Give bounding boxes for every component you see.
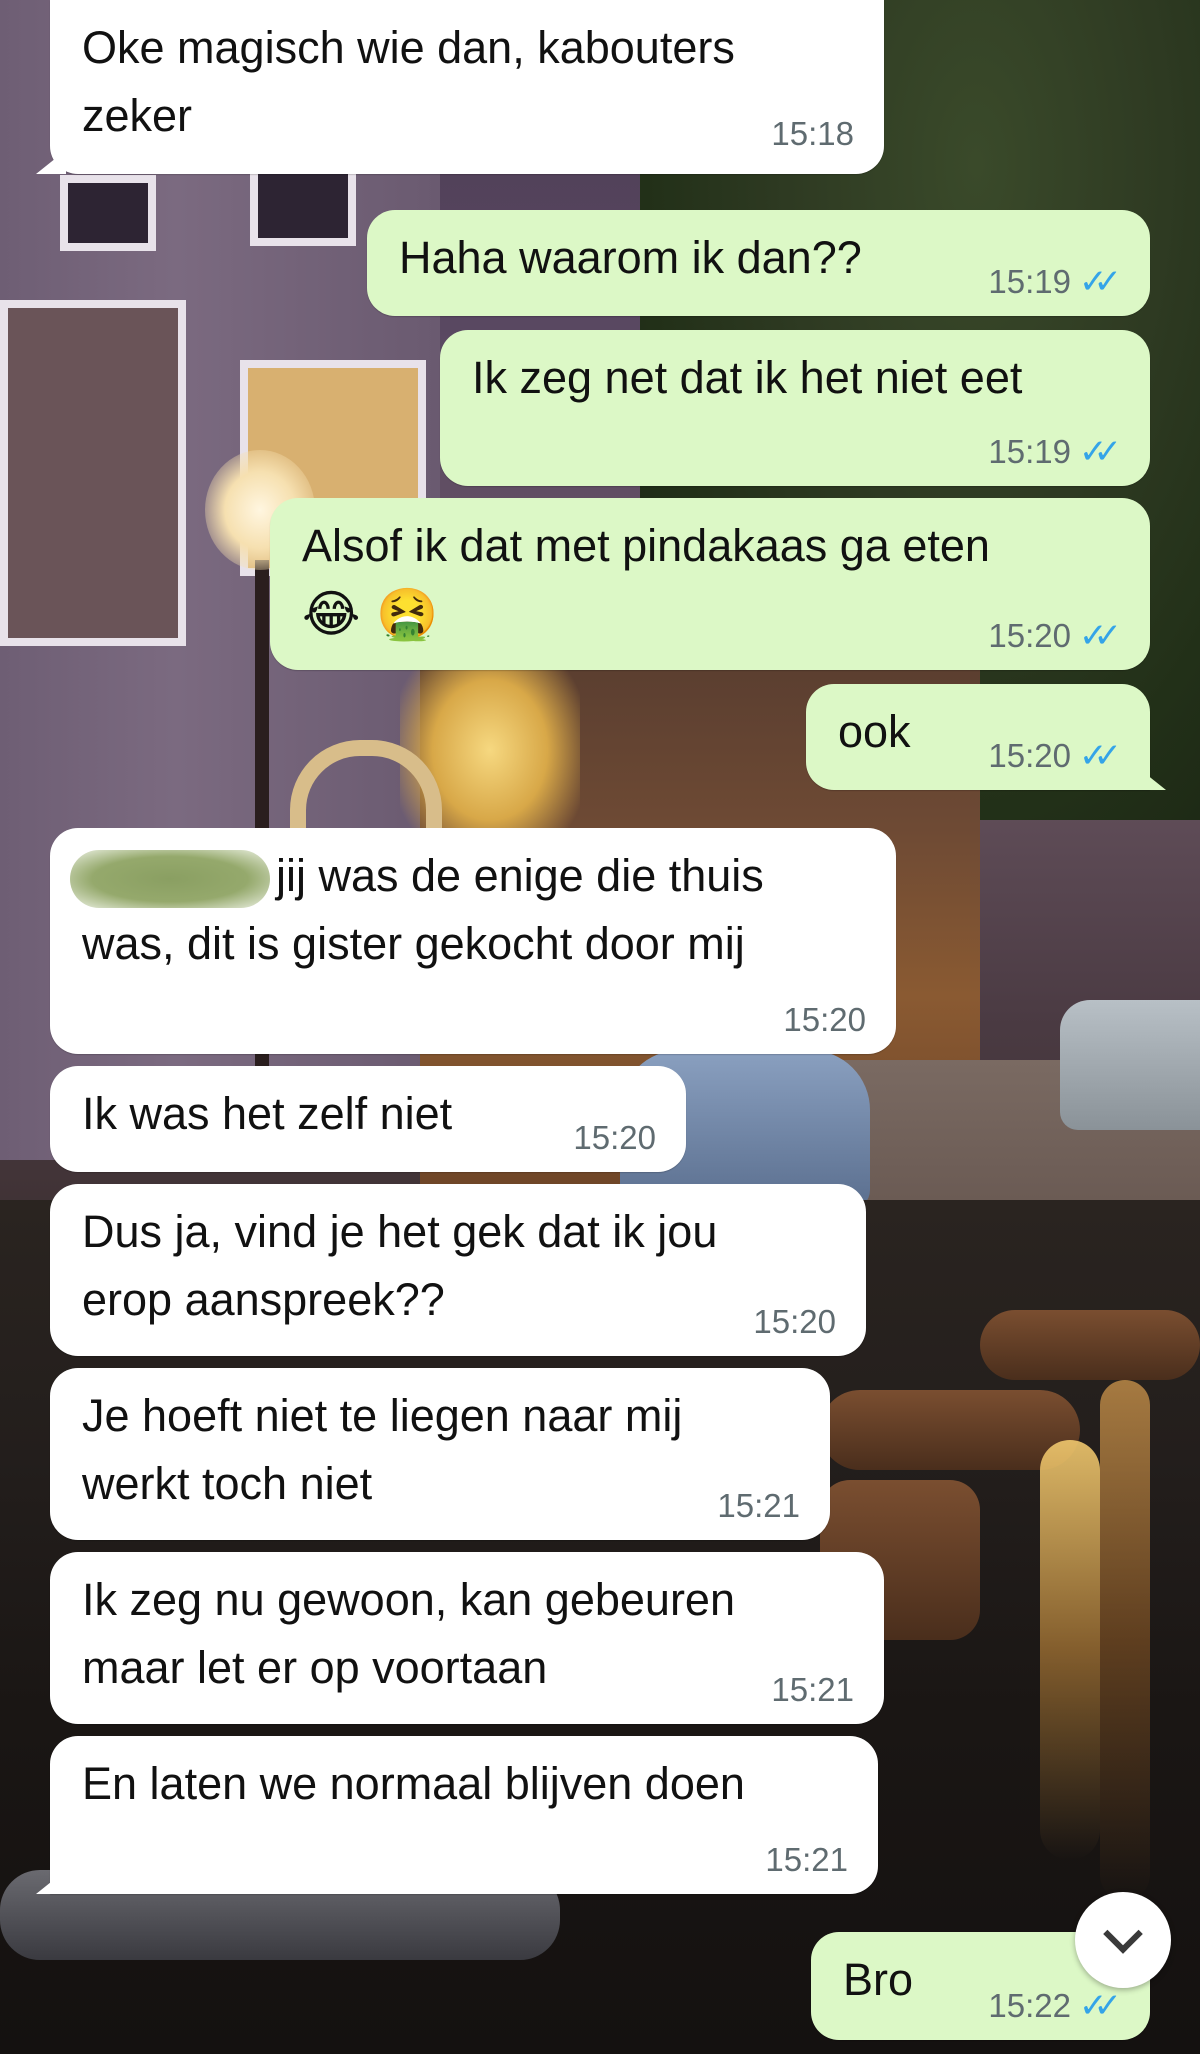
double-check-icon: ✓✓ [1079, 433, 1122, 471]
bubble-tail [36, 1870, 66, 1894]
double-check-icon: ✓✓ [1079, 263, 1122, 301]
double-check-icon: ✓✓ [1079, 1987, 1122, 2025]
bubble-tail [1136, 766, 1166, 790]
outgoing-message[interactable]: Haha waarom ik dan?? 15:19 ✓✓ [367, 210, 1150, 316]
double-check-icon: ✓✓ [1079, 617, 1122, 655]
message-time: 15:20 [783, 1001, 866, 1038]
incoming-message[interactable]: Oke magisch wie dan, kabouters zeker 15:… [36, 0, 884, 174]
incoming-message[interactable]: Dus ja, vind je het gek dat ik jou erop … [50, 1184, 866, 1356]
message-time: 15:20 [988, 737, 1072, 774]
message-text: En laten we normaal blijven doen [82, 1758, 745, 1809]
outgoing-message[interactable]: ook 15:20 ✓✓ [806, 684, 1166, 790]
message-time: 15:20 [988, 617, 1072, 654]
message-text: Dus ja, vind je het gek dat ik jou erop … [82, 1206, 718, 1325]
message-time: 15:20 [573, 1119, 656, 1156]
message-text: Je hoeft niet te liegen naar mij werkt t… [82, 1390, 683, 1509]
redacted-name [70, 850, 270, 909]
message-time: 15:21 [717, 1487, 800, 1524]
incoming-message[interactable]: jij was de enige die thuis was, dit is g… [50, 828, 896, 1054]
message-time: 15:19 [988, 433, 1072, 470]
message-text: Ik was het zelf niet [82, 1088, 453, 1139]
outgoing-message[interactable]: Alsof ik dat met pindakaas ga eten 😂 🤮 1… [270, 498, 1150, 670]
chevron-down-icon [1103, 1914, 1143, 1954]
bubble-tail [36, 150, 66, 174]
message-time: 15:20 [753, 1303, 836, 1340]
emoji: 😂 🤮 [302, 585, 439, 643]
incoming-message[interactable]: Ik was het zelf niet 15:20 [50, 1066, 686, 1172]
double-check-icon: ✓✓ [1079, 737, 1122, 775]
incoming-message[interactable]: En laten we normaal blijven doen 15:21 [36, 1736, 878, 1894]
message-text: Ik zeg net dat ik het niet eet [472, 352, 1023, 403]
incoming-message[interactable]: Ik zeg nu gewoon, kan gebeuren maar let … [50, 1552, 884, 1724]
incoming-message[interactable]: Je hoeft niet te liegen naar mij werkt t… [50, 1368, 830, 1540]
message-time: 15:22 [988, 1987, 1072, 2024]
message-time: 15:21 [771, 1671, 854, 1708]
message-text: jij was de enige die thuis was, dit is g… [70, 842, 866, 978]
message-text: Alsof ik dat met pindakaas ga eten [302, 520, 990, 571]
message-time: 15:19 [988, 263, 1072, 300]
message-list[interactable]: Oke magisch wie dan, kabouters zeker 15:… [0, 0, 1200, 2054]
message-time: 15:21 [765, 1841, 848, 1878]
message-text: Ik zeg nu gewoon, kan gebeuren maar let … [82, 1574, 735, 1693]
message-time: 15:18 [771, 115, 854, 152]
scroll-to-bottom-button[interactable] [1075, 1892, 1171, 1988]
outgoing-message[interactable]: Ik zeg net dat ik het niet eet 15:19 ✓✓ [440, 330, 1150, 486]
message-text: Oke magisch wie dan, kabouters zeker [82, 22, 735, 141]
